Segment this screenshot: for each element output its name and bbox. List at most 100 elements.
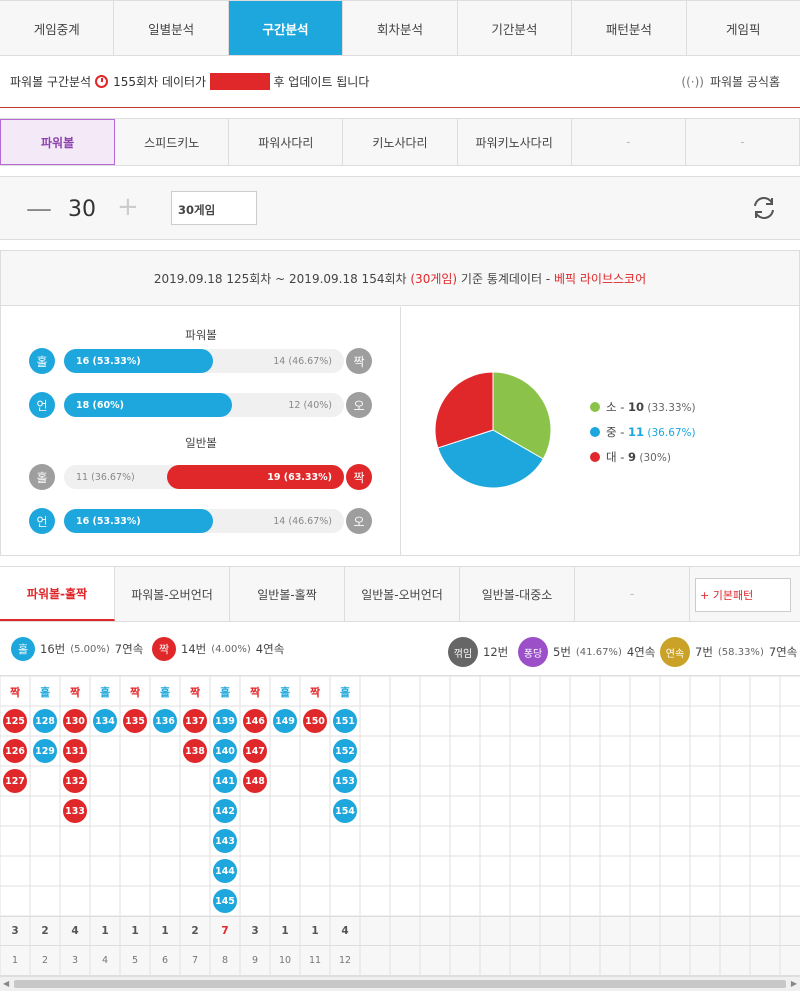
pattern-tab-powerball-oddeven[interactable]: 파워볼-홀짝 — [0, 567, 115, 621]
game-tab-kenoladder[interactable]: 키노사다리 — [343, 119, 458, 165]
normalball-section-title: 일반볼 — [185, 436, 217, 450]
round-ball: 148 — [243, 769, 267, 793]
column-head: 홀 — [99, 686, 111, 699]
pattern-tabs: 파워볼-홀짝 파워볼-오버언더 일반볼-홀짝 일반볼-오버언더 일반볼-대중소 … — [0, 566, 800, 622]
column-index: 11 — [308, 955, 322, 966]
size-pie-chart — [434, 371, 552, 489]
decrement-button[interactable]: — — [26, 196, 52, 222]
info-round: 155회차 — [113, 75, 159, 89]
odd-pct: (5.00%) — [70, 643, 110, 655]
increment-button[interactable]: + — [117, 194, 139, 220]
round-ball: 146 — [243, 709, 267, 733]
tab-daily-analysis[interactable]: 일별분석 — [114, 1, 229, 55]
column-head: 홀 — [279, 686, 291, 699]
column-count: 2 — [191, 925, 199, 937]
legend-dot — [590, 402, 600, 412]
bent-badge: 꺾임 — [448, 637, 478, 667]
countdown-timer: 00분 09초 — [209, 73, 270, 90]
stat-left-badge: 홀 — [29, 348, 55, 374]
stat-bar-track: 16 (53.33%) 14 (46.67%) — [64, 349, 344, 373]
game-tab-speedkeno[interactable]: 스피드키노 — [115, 119, 230, 165]
powerball-section-title: 파워볼 — [185, 328, 217, 342]
pongdang-pct: (41.67%) — [575, 646, 622, 658]
game-tab-powerball[interactable]: 파워볼 — [0, 119, 116, 165]
basic-pattern-select[interactable]: + 기본패턴 — [695, 578, 791, 612]
game-count-value: 30 — [68, 197, 96, 222]
count-row: 3 2 4 1 1 1 2 7 3 1 1 4 — [0, 916, 800, 947]
column-head: 짝 — [69, 686, 81, 699]
column-head: 홀 — [39, 686, 51, 699]
scroll-right-arrow[interactable]: ▶ — [791, 979, 797, 988]
stats-range: 2019.09.18 125회차 ~ 2019.09.18 154회차 — [153, 271, 407, 286]
info-prefix: 파워볼 구간분석 — [10, 75, 92, 89]
tab-game-broadcast[interactable]: 게임중계 — [0, 1, 115, 55]
tab-game-pick[interactable]: 게임픽 — [687, 1, 800, 55]
scroll-left-arrow[interactable]: ◀ — [3, 979, 9, 988]
game-tab-powerkenoladder[interactable]: 파워키노사다리 — [458, 119, 572, 165]
pie-legend-item: 대 - 9 (30%) — [590, 449, 671, 465]
round-ball: 152 — [333, 739, 357, 763]
tab-period-analysis[interactable]: 기간분석 — [458, 1, 573, 55]
stat-bar-remainder: 14 (46.67%) — [273, 515, 332, 527]
stats-basis: 기준 통계데이터 - — [460, 271, 551, 286]
tab-interval-analysis[interactable]: 구간분석 — [228, 1, 344, 55]
round-ball: 138 — [183, 739, 207, 763]
info-mid: 데이터가 — [161, 75, 207, 89]
pattern-tab-powerball-overunder[interactable]: 파워볼-오버언더 — [115, 567, 230, 621]
odd-streak: 7연속 — [114, 642, 144, 656]
bent-summary: 꺾임 12번 — [448, 637, 508, 667]
round-ball: 130 — [63, 709, 87, 733]
round-ball: 133 — [63, 799, 87, 823]
stat-right-badge: 오 — [346, 508, 372, 534]
game-count-select[interactable]: 30게임 — [171, 191, 257, 225]
column-head: 홀 — [159, 686, 171, 699]
pattern-summary: 홀 16번 (5.00%) 7연속 짝 14번 (4.00%) 4연속 꺾임 1… — [0, 622, 800, 676]
consec-badge: 연속 — [660, 637, 690, 667]
column-count: 1 — [161, 925, 169, 937]
game-tab-empty-2: - — [686, 119, 800, 165]
stat-bar-fill: 16 (53.33%) — [64, 509, 213, 533]
official-home-link[interactable]: ((·)) 파워볼 공식홈 — [681, 73, 780, 90]
game-count-stepper: — 30 + 30게임 — [0, 176, 800, 240]
column-index: 3 — [71, 955, 79, 966]
column-head: 짝 — [9, 686, 21, 699]
pie-legend-item: 소 - 10 (33.33%) — [590, 399, 696, 415]
column-count: 1 — [311, 925, 319, 937]
odd-badge: 홀 — [11, 637, 35, 661]
legend-dot — [590, 452, 600, 462]
column-index: 7 — [191, 955, 199, 966]
column-count: 3 — [11, 925, 19, 937]
round-ball: 127 — [3, 769, 27, 793]
round-ball: 135 — [123, 709, 147, 733]
column-count: 2 — [41, 925, 49, 937]
column-head: 짝 — [129, 686, 141, 699]
pie-legend-item: 중 - 11 (36.67%) — [590, 424, 696, 440]
stat-bar-fill: 18 (60%) — [64, 393, 232, 417]
even-count: 14번 — [181, 642, 207, 656]
pattern-tab-normal-oddeven[interactable]: 일반볼-홀짝 — [230, 567, 345, 621]
horizontal-scrollbar[interactable]: ◀ ▶ — [0, 976, 800, 991]
pongdang-count: 5번 — [553, 645, 571, 659]
bar-stats: 파워볼 일반볼 홀 16 (53.33%) 14 (46.67%) 짝 언 18 (60%… — [1, 307, 401, 555]
stat-row: 언 18 (60%) 12 (40%) 오 — [29, 391, 374, 419]
column-index: 4 — [101, 955, 109, 966]
pattern-tab-normal-overunder[interactable]: 일반볼-오버언더 — [345, 567, 460, 621]
even-streak: 4연속 — [255, 642, 285, 656]
round-ball: 145 — [213, 889, 237, 913]
tab-round-analysis[interactable]: 회차분석 — [343, 1, 458, 55]
pattern-tab-normal-size[interactable]: 일반볼-대중소 — [460, 567, 575, 621]
game-tab-powerladder[interactable]: 파워사다리 — [229, 119, 344, 165]
scrollbar-thumb[interactable] — [14, 980, 786, 988]
round-ball: 144 — [213, 859, 237, 883]
refresh-icon[interactable] — [751, 195, 777, 221]
tab-pattern-analysis[interactable]: 패턴분석 — [572, 1, 687, 55]
round-ball: 147 — [243, 739, 267, 763]
round-ball: 132 — [63, 769, 87, 793]
consec-streak: 7연속 — [768, 645, 798, 659]
stats-source: 베픽 라이브스코어 — [554, 271, 647, 286]
round-ball: 141 — [213, 769, 237, 793]
official-home-label: 파워볼 공식홈 — [709, 75, 780, 89]
game-tabs: 파워볼 스피드키노 파워사다리 키노사다리 파워키노사다리 - - — [0, 118, 800, 166]
stat-bar-fill: 19 (63.33%) — [167, 465, 344, 489]
clock-icon — [95, 75, 109, 88]
